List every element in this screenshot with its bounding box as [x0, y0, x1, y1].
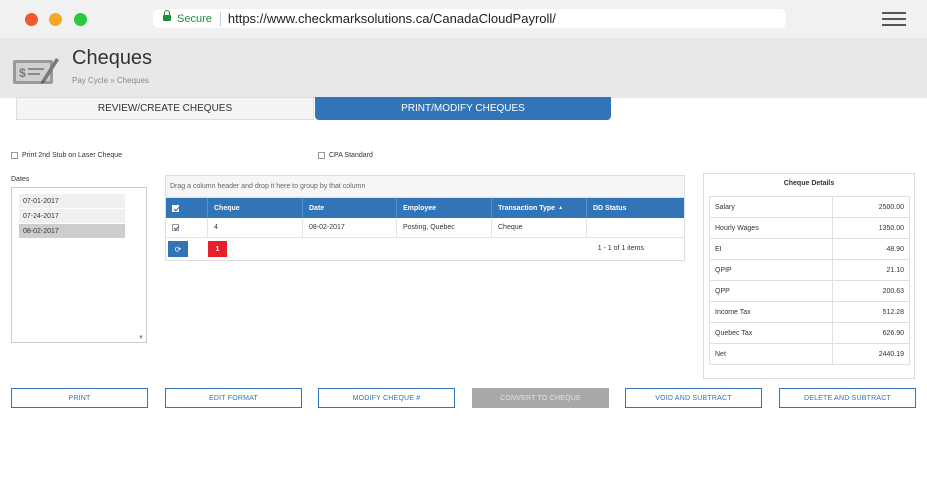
detail-row-net: Net 2440.19 [709, 343, 910, 365]
cheque-icon: $ [13, 58, 59, 84]
select-all-checkbox[interactable] [172, 204, 179, 212]
url-divider [219, 11, 221, 26]
detail-label: QPP [709, 280, 833, 302]
column-header-date[interactable]: Date [303, 198, 397, 218]
pager-info: 1 - 1 of 1 items [597, 245, 644, 252]
print-button[interactable]: PRINT [11, 388, 148, 408]
print-2nd-stub-checkbox[interactable] [11, 152, 18, 159]
cell-date: 08-02-2017 [303, 218, 397, 237]
column-header-cheque[interactable]: Cheque [208, 198, 303, 218]
date-item-selected[interactable]: 08-02-2017 [19, 224, 125, 238]
url-text: https://www.checkmarksolutions.ca/Canada… [227, 11, 556, 26]
select-all-cell[interactable] [166, 198, 208, 218]
tab-print-modify-cheques[interactable]: PRINT/MODIFY CHEQUES [315, 97, 611, 120]
scroll-down-icon[interactable]: ▼ [138, 335, 144, 341]
detail-label: EI [709, 238, 833, 260]
cheque-details-panel: Cheque Details Salary 2500.00 Hourly Wage… [703, 173, 915, 379]
date-item[interactable]: 07-01-2017 [19, 194, 125, 208]
dates-listbox[interactable]: 07-01-2017 07-24-2017 08-02-2017 ▼ [11, 187, 147, 343]
detail-row-salary: Salary 2500.00 [709, 196, 910, 218]
sort-ascending-icon: ▲ [558, 205, 564, 211]
window-minimize-button[interactable] [49, 13, 62, 26]
browser-toolbar: Secure https://www.checkmarksolutions.ca… [0, 0, 927, 38]
detail-row-qpp: QPP 200.63 [709, 280, 910, 302]
column-header-dd-status[interactable]: DD Status [587, 198, 684, 218]
detail-row-qpip: QPIP 21.10 [709, 259, 910, 281]
grid-header: Cheque Date Employee Transaction Type ▲ … [166, 198, 684, 218]
table-row[interactable]: 4 08-02-2017 Posting, Quebec Cheque [166, 218, 684, 238]
detail-value: 512.28 [832, 301, 910, 323]
window-maximize-button[interactable] [74, 13, 87, 26]
window-close-button[interactable] [25, 13, 38, 26]
secure-label: Secure [177, 12, 212, 25]
row-select-cell[interactable] [166, 218, 208, 237]
detail-label: Salary [709, 196, 833, 218]
lock-icon [163, 10, 171, 23]
hamburger-menu-icon[interactable] [882, 12, 906, 26]
detail-row-hourly-wages: Hourly Wages 1350.00 [709, 217, 910, 239]
cheque-details-table: Salary 2500.00 Hourly Wages 1350.00 EI 48.9… [709, 196, 910, 365]
breadcrumb[interactable]: Pay Cycle » Cheques [72, 76, 149, 85]
detail-value: 2440.19 [832, 343, 910, 365]
edit-format-button[interactable]: EDIT FORMAT [165, 388, 302, 408]
address-bar[interactable]: Secure https://www.checkmarksolutions.ca… [153, 9, 786, 28]
grid-pager: ⟳ 1 1 - 1 of 1 items [166, 238, 684, 260]
detail-row-income-tax: Income Tax 512.28 [709, 301, 910, 323]
detail-label: Hourly Wages [709, 217, 833, 239]
group-by-panel[interactable]: Drag a column header and drop it here to… [166, 176, 684, 198]
column-header-employee[interactable]: Employee [397, 198, 492, 218]
detail-value: 48.90 [832, 238, 910, 260]
delete-and-subtract-button[interactable]: DELETE AND SUBTRACT [779, 388, 916, 408]
detail-value: 2500.00 [832, 196, 910, 218]
column-header-transaction-type[interactable]: Transaction Type ▲ [492, 198, 587, 218]
detail-label: Income Tax [709, 301, 833, 323]
detail-label: Quebec Tax [709, 322, 833, 344]
page-header: $ Cheques Pay Cycle » Cheques [0, 38, 927, 98]
cheques-grid: Drag a column header and drop it here to… [165, 175, 685, 261]
detail-value: 1350.00 [832, 217, 910, 239]
detail-row-ei: EI 48.90 [709, 238, 910, 260]
detail-label: QPIP [709, 259, 833, 281]
cpa-standard-label: CPA Standard [329, 152, 373, 159]
svg-text:$: $ [19, 66, 26, 80]
cpa-standard-option[interactable]: CPA Standard [318, 152, 373, 159]
void-and-subtract-button[interactable]: VOID AND SUBTRACT [625, 388, 762, 408]
transaction-type-label: Transaction Type [498, 204, 556, 212]
cheque-details-title: Cheque Details [783, 180, 835, 187]
print-2nd-stub-label: Print 2nd Stub on Laser Cheque [22, 152, 123, 159]
tab-review-create-cheques[interactable]: REVIEW/CREATE CHEQUES [16, 97, 314, 120]
detail-label: Net [709, 343, 833, 365]
print-2nd-stub-option[interactable]: Print 2nd Stub on Laser Cheque [11, 152, 122, 159]
refresh-icon[interactable]: ⟳ [168, 241, 188, 257]
detail-row-quebec-tax: Quebec Tax 626.90 [709, 322, 910, 344]
detail-value: 21.10 [832, 259, 910, 281]
page-number-button[interactable]: 1 [208, 241, 227, 257]
cpa-standard-checkbox[interactable] [318, 152, 325, 159]
cell-transaction-type: Cheque [492, 218, 587, 237]
cell-cheque: 4 [208, 218, 303, 237]
row-select-checkbox[interactable] [172, 224, 179, 231]
detail-value: 200.63 [832, 280, 910, 302]
detail-value: 626.90 [832, 322, 910, 344]
convert-to-cheque-button[interactable]: CONVERT TO CHEQUE [472, 388, 609, 408]
dates-label: Dates [11, 176, 30, 183]
cell-employee: Posting, Quebec [397, 218, 492, 237]
modify-cheque-number-button[interactable]: MODIFY CHEQUE # [318, 388, 455, 408]
cell-dd-status [587, 218, 684, 237]
date-item[interactable]: 07-24-2017 [19, 209, 125, 223]
page-title: Cheques [72, 47, 153, 69]
